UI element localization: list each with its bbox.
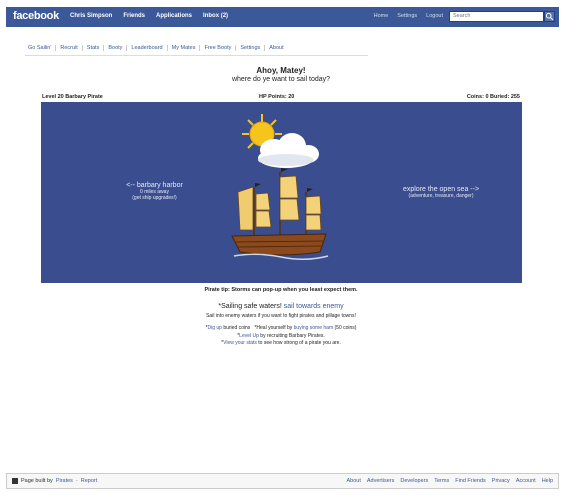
hp-points: HP Points: 20	[259, 94, 295, 100]
tips-line-3: *View your stats to see how strong of a …	[221, 340, 341, 346]
sail-description: Sail into enemy waters if you want to fi…	[206, 313, 356, 319]
tab-stats[interactable]: Stats	[81, 45, 104, 51]
level-up-text: by recruiting Barbary Pirates.	[258, 332, 325, 339]
search-button[interactable]	[544, 11, 555, 22]
sail-status-text: *Sailing safe waters!	[218, 303, 284, 310]
nav-applications-link[interactable]: Applications	[156, 13, 192, 19]
footer-advertisers-link[interactable]: Advertisers	[367, 478, 395, 484]
secondary-nav: Home Settings Logout	[374, 13, 443, 19]
tab-my-mates[interactable]: My Mates	[166, 45, 200, 51]
tab-recruit[interactable]: Recruit	[55, 45, 81, 51]
tabs-divider	[25, 55, 368, 56]
view-stats-link[interactable]: View your stats	[223, 340, 257, 346]
tips-list: *Dig up buried coins *Heal yourself by b…	[0, 325, 562, 348]
dig-up-link[interactable]: Dig up	[207, 325, 221, 331]
ship-icon	[231, 168, 329, 260]
sail-towards-enemy-link[interactable]: sail towards enemy	[284, 303, 344, 310]
greeting-title: Ahoy, Matey!	[256, 66, 306, 75]
footer-about-link[interactable]: About	[347, 478, 361, 484]
tips-line-2: *Level Up by recruiting Barbary Pirates.	[237, 332, 325, 339]
heal-text: *Heal yourself by	[254, 325, 294, 331]
open-sea-option[interactable]: explore the open sea --> (adventure, tre…	[386, 186, 496, 199]
footer-help-link[interactable]: Help	[542, 478, 553, 484]
footer-find-friends-link[interactable]: Find Friends	[455, 478, 486, 484]
app-pirates-link[interactable]: Pirates	[56, 478, 73, 484]
search-icon	[545, 12, 554, 21]
top-navigation-bar: facebook Chris Simpson Friends Applicati…	[6, 7, 559, 27]
tab-leaderboard[interactable]: Leaderboard	[126, 45, 166, 51]
built-by-text: Page built by	[21, 478, 53, 484]
pirate-ship-illustration	[231, 114, 329, 260]
search-input[interactable]: Search	[449, 11, 544, 22]
player-level: Level 20 Barbary Pirate	[42, 94, 103, 100]
pirate-tip: Pirate tip: Storms can pop-up when you l…	[204, 287, 358, 293]
open-sea-link[interactable]: explore the open sea -->	[386, 186, 496, 193]
harbor-link[interactable]: <-- barbary harbor	[102, 182, 207, 189]
sailing-scene: <-- barbary harbor 0 miles away (get shi…	[41, 102, 522, 283]
nav-profile-link[interactable]: Chris Simpson	[70, 13, 112, 19]
greeting-subtitle: where do ye want to sail today?	[231, 76, 331, 83]
footer-bar: Page built by Pirates · Report About Adv…	[6, 473, 559, 489]
nav-settings-link[interactable]: Settings	[397, 13, 417, 19]
footer-separator: ·	[75, 478, 78, 484]
nav-logout-link[interactable]: Logout	[426, 13, 443, 19]
level-up-link[interactable]: Level Up	[239, 333, 259, 339]
open-sea-note: (adventure, treasure, danger)	[408, 193, 474, 199]
buy-ham-link[interactable]: buying some ham	[294, 325, 333, 331]
footer-terms-link[interactable]: Terms	[434, 478, 449, 484]
tips-line-1: *Dig up buried coins *Heal yourself by b…	[205, 325, 357, 331]
tab-about[interactable]: About	[264, 45, 287, 51]
tab-go-sailin[interactable]: Go Sailin'	[28, 45, 55, 51]
dig-up-text: buried coins	[221, 325, 251, 331]
footer-account-link[interactable]: Account	[516, 478, 536, 484]
facebook-app-icon	[12, 478, 18, 484]
tab-settings[interactable]: Settings	[235, 45, 264, 51]
nav-friends-link[interactable]: Friends	[123, 13, 145, 19]
tab-free-booty[interactable]: Free Booty	[199, 45, 235, 51]
footer-privacy-link[interactable]: Privacy	[492, 478, 510, 484]
app-tabs: Go Sailin' Recruit Stats Booty Leaderboa…	[28, 45, 288, 51]
coins-buried: Coins: 0 Buried: 255	[466, 94, 520, 100]
harbor-option[interactable]: <-- barbary harbor 0 miles away (get shi…	[102, 182, 207, 201]
nav-inbox-link[interactable]: Inbox (2)	[203, 13, 228, 19]
tab-booty[interactable]: Booty	[103, 45, 126, 51]
heal-cost-text: (50 coins)	[333, 325, 357, 331]
primary-nav: Chris Simpson Friends Applications Inbox…	[70, 13, 228, 19]
report-link[interactable]: Report	[81, 478, 98, 484]
facebook-logo[interactable]: facebook	[13, 10, 59, 22]
sail-status: *Sailing safe waters! sail towards enemy	[0, 303, 562, 310]
harbor-note: (get ship upgrades!)	[132, 195, 177, 201]
footer-links: About Advertisers Developers Terms Find …	[347, 478, 554, 484]
footer-attribution: Page built by Pirates · Report	[12, 478, 97, 484]
view-stats-text: to see how strong of a pirate you are.	[256, 340, 341, 346]
footer-developers-link[interactable]: Developers	[400, 478, 428, 484]
nav-home-link[interactable]: Home	[374, 13, 389, 19]
